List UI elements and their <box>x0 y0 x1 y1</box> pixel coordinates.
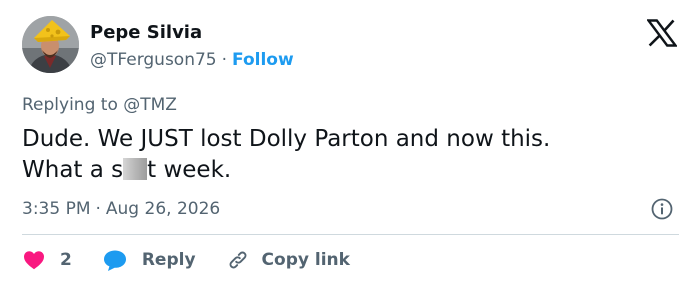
timestamp-separator: · <box>95 199 101 219</box>
divider <box>22 234 679 235</box>
follow-button[interactable]: Follow <box>232 50 294 70</box>
info-icon[interactable] <box>650 197 674 221</box>
avatar-image <box>22 16 79 73</box>
x-logo-icon[interactable] <box>647 19 677 47</box>
author-name[interactable]: Pepe Silvia <box>90 22 202 44</box>
reply-button[interactable]: Reply <box>102 248 226 272</box>
tweet-timestamp[interactable]: 3:35 PM · Aug 26, 2026 <box>22 198 220 220</box>
avatar[interactable] <box>22 16 79 73</box>
speech-bubble-icon <box>103 250 126 271</box>
reply-context-mention[interactable]: @TMZ <box>123 95 177 115</box>
handle-separator: · <box>221 50 228 70</box>
tweet-time: 3:35 PM <box>22 199 91 219</box>
reply-label: Reply <box>141 250 196 270</box>
heart-icon <box>24 251 44 270</box>
censor-blur <box>123 158 148 180</box>
reply-context: Replying to @TMZ <box>22 94 177 116</box>
tweet-text-line-2: What a s t week. <box>22 155 672 186</box>
author-handle[interactable]: @TFerguson75 <box>90 50 217 70</box>
action-bar: 2 Reply Copy link <box>22 246 350 274</box>
like-count: 2 <box>60 250 72 270</box>
copy-link-label: Copy link <box>261 250 350 270</box>
tweet-text-line-1: Dude. We JUST lost Dolly Parton and now … <box>22 126 551 152</box>
tweet-text: Dude. We JUST lost Dolly Parton and now … <box>22 124 672 186</box>
copy-link-button[interactable]: Copy link <box>226 248 350 272</box>
tweet-text-line-2-end: t week. <box>147 157 232 183</box>
link-icon <box>229 251 246 269</box>
tweet-text-line-2-start: What a s <box>22 157 124 183</box>
author-handle-row: @TFerguson75 · Follow <box>90 49 294 71</box>
reply-context-prefix: Replying to <box>22 95 118 115</box>
tweet-date: Aug 26, 2026 <box>105 199 221 219</box>
like-button[interactable]: 2 <box>22 248 102 272</box>
